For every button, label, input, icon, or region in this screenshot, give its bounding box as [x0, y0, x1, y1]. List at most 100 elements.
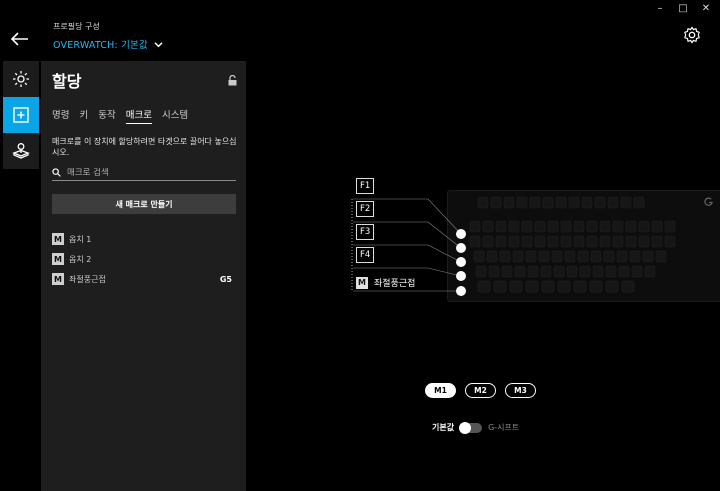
profile-label: 프로필당 구성	[53, 22, 100, 31]
keyboard-key	[482, 235, 494, 248]
search-icon	[52, 168, 61, 177]
key-target-dot[interactable]	[456, 243, 466, 253]
macro-key: G5	[219, 274, 232, 284]
keyboard-key	[521, 220, 533, 233]
logitech-g-icon	[704, 197, 713, 206]
rail-item-lighting[interactable]	[3, 61, 39, 97]
list-item[interactable]: M 옵치 2	[52, 249, 236, 269]
key-target-dot[interactable]	[456, 257, 466, 267]
keyboard-key	[488, 265, 500, 278]
memory-modes: M1 M2 M3	[425, 383, 536, 398]
keyboard-key	[573, 220, 585, 233]
settings-button[interactable]	[683, 26, 701, 44]
gshift-label: G-시프트	[488, 423, 520, 432]
maximize-button[interactable]: □	[677, 3, 689, 15]
keyboard-key	[508, 220, 520, 233]
key-target-dot[interactable]	[456, 271, 466, 281]
mode-m1-button[interactable]: M1	[425, 383, 456, 398]
keyboard-key	[581, 196, 593, 209]
mode-m3-button[interactable]: M3	[505, 383, 536, 398]
keyboard-key	[541, 280, 555, 293]
gshift-toggle[interactable]	[459, 421, 483, 434]
keyboard-key	[612, 220, 624, 233]
rail-item-assignments[interactable]	[3, 97, 39, 133]
keyboard-key	[594, 196, 606, 209]
f4-key-slot[interactable]: F4	[356, 247, 375, 263]
keyboard-key	[599, 235, 611, 248]
keyboard-key	[477, 196, 489, 209]
f2-key-slot[interactable]: F2	[356, 201, 375, 217]
key-target-dot[interactable]	[456, 229, 466, 239]
tab-commands[interactable]: 명령	[52, 107, 69, 124]
keyboard-key	[664, 220, 676, 233]
key-target-dot[interactable]	[456, 286, 466, 296]
f1-key-slot[interactable]: F1	[356, 178, 375, 194]
keyboard-key	[625, 220, 637, 233]
keyboard-key	[625, 235, 637, 248]
keyboard-key	[607, 196, 619, 209]
keyboard-key	[529, 196, 541, 209]
f3-key-slot[interactable]: F3	[356, 224, 375, 240]
keyboard-key	[560, 235, 572, 248]
keyboard-key	[547, 220, 559, 233]
mode-m2-button[interactable]: M2	[465, 383, 496, 398]
keyboard-key	[501, 265, 513, 278]
plus-square-icon	[13, 107, 29, 123]
assigned-macro-slot[interactable]: M 좌절풍근접	[356, 276, 415, 289]
assignment-tabs: 명령 키 동작 매크로 시스템	[52, 107, 188, 124]
lighting-icon	[13, 71, 29, 87]
keyboard-key	[621, 280, 635, 293]
keyboard-key	[525, 280, 539, 293]
keyboard-key	[573, 235, 585, 248]
macro-search	[52, 165, 236, 181]
assignment-panel: 할당 명령 키 동작 매크로 시스템 매크로를 이 장치에 할당하려면 타겟으로…	[41, 61, 246, 491]
keyboard-key	[612, 235, 624, 248]
tab-macros[interactable]: 매크로	[125, 107, 152, 124]
keyboard-key	[566, 265, 578, 278]
back-arrow-icon	[10, 32, 28, 46]
keyboard-key	[473, 250, 485, 263]
keyboard-key	[534, 235, 546, 248]
gshift-toggle-row: 기본값 G-시프트	[432, 421, 520, 434]
keyboard-key	[589, 280, 603, 293]
keyboard-key	[551, 250, 563, 263]
profile-selector[interactable]: OVERWATCH: 기본값	[53, 37, 163, 51]
keyboard-key	[508, 235, 520, 248]
back-button[interactable]	[10, 31, 29, 46]
tab-keys[interactable]: 키	[79, 107, 88, 124]
create-macro-button[interactable]: 새 매크로 만들기	[52, 194, 236, 214]
keyboard-key	[644, 265, 656, 278]
lock-icon[interactable]	[228, 75, 237, 86]
tab-system[interactable]: 시스템	[162, 107, 188, 124]
joystick-icon	[12, 143, 30, 159]
keyboard-key	[486, 250, 498, 263]
tab-actions[interactable]: 동작	[98, 107, 115, 124]
keyboard-key	[499, 250, 511, 263]
keyboard-key	[577, 250, 589, 263]
chevron-down-icon	[154, 41, 163, 47]
keyboard-key	[603, 250, 615, 263]
keyboard-key	[493, 280, 507, 293]
macro-badge: M	[356, 276, 368, 289]
keyboard-key	[527, 265, 539, 278]
keyboard-key	[564, 250, 576, 263]
profile-name: OVERWATCH: 기본값	[53, 40, 148, 51]
keyboard-image	[447, 190, 720, 302]
macro-badge: M	[52, 273, 64, 285]
window-controls: – □ ✕	[654, 3, 712, 15]
keyboard-keys	[469, 196, 676, 293]
keyboard-key	[525, 250, 537, 263]
keyboard-key	[629, 250, 641, 263]
list-item[interactable]: M 좌절풍근접 G5	[52, 269, 236, 289]
keyboard-key	[633, 196, 645, 209]
keyboard-key	[477, 280, 491, 293]
keyboard-key	[555, 196, 567, 209]
nav-rail	[3, 61, 39, 169]
close-button[interactable]: ✕	[700, 3, 712, 15]
search-input[interactable]	[67, 167, 227, 178]
rail-item-game-mode[interactable]	[3, 133, 39, 169]
keyboard-key	[469, 235, 481, 248]
list-item[interactable]: M 옵치 1	[52, 229, 236, 249]
keyboard-key	[586, 220, 598, 233]
minimize-button[interactable]: –	[654, 3, 666, 15]
